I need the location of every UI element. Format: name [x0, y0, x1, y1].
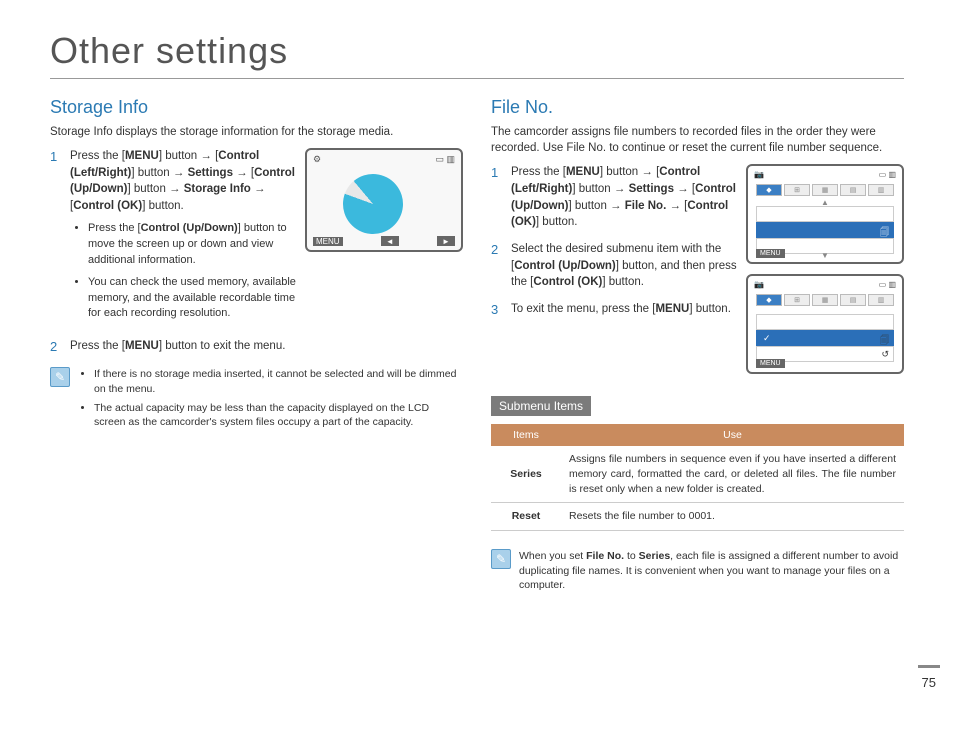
nav-left-icon: ◄ — [381, 236, 399, 246]
step-body: Select the desired submenu item with the… — [511, 241, 738, 291]
note-bullets: If there is no storage media inserted, i… — [78, 367, 463, 434]
menu-row-selected: 🗐 — [756, 222, 894, 238]
tab: ▥ — [868, 294, 894, 306]
down-arrow-icon: ▼ — [821, 251, 829, 260]
step-body: Press the [MENU] button → [Control (Left… — [511, 164, 738, 231]
storage-info-heading: Storage Info — [50, 97, 463, 118]
submenu-items-heading: Submenu Items — [491, 396, 591, 416]
note-icon: ✎ — [491, 549, 511, 569]
note-icon: ✎ — [50, 367, 70, 387]
two-column-layout: Storage Info Storage Info displays the s… — [50, 97, 904, 593]
tab: ▦ — [812, 294, 838, 306]
file-no-screenshot-1: 📷▭ ▥ ◆ ⊞ ▦ ▤ ▥ ▲ 🗐 ▼ MENU — [746, 164, 904, 264]
storage-info-intro: Storage Info displays the storage inform… — [50, 124, 463, 140]
tab: ▤ — [840, 294, 866, 306]
step-3: 3 To exit the menu, press the [MENU] but… — [491, 301, 738, 320]
bullet-item: You can check the used memory, available… — [88, 275, 297, 323]
battery-icon: ▭ ▥ — [879, 170, 896, 180]
page-number: 75 — [922, 675, 936, 690]
step-number: 2 — [50, 338, 62, 357]
step-number: 1 — [50, 148, 62, 328]
tab: ⊞ — [784, 184, 810, 196]
step-body: Press the [MENU] button → [Control (Left… — [70, 148, 297, 328]
tab: ◆ — [756, 294, 782, 306]
cell-use: Assigns file numbers in sequence even if… — [561, 446, 904, 503]
menu-tag: MENU — [313, 237, 343, 246]
nav-right-icon: ► — [437, 236, 455, 246]
file-no-heading: File No. — [491, 97, 904, 118]
step-number: 2 — [491, 241, 503, 291]
tab: ⊞ — [784, 294, 810, 306]
pie-chart-icon — [331, 162, 416, 247]
battery-icon: ▭ ▥ — [879, 280, 896, 290]
note-box: ✎ When you set File No. to Series, each … — [491, 549, 904, 593]
file-no-screenshot-2: 📷 ▭ ▥ ◆ ⊞ ▦ ▤ ▥ ✓🗐 ↺ MENU — [746, 274, 904, 374]
page-title: Other settings — [50, 30, 904, 79]
gear-icon: ⚙ — [313, 154, 321, 166]
th-use: Use — [561, 424, 904, 446]
step-2: 2 Press the [MENU] button to exit the me… — [50, 338, 463, 357]
cell-use: Resets the file number to 0001. — [561, 503, 904, 531]
page-mark — [918, 665, 940, 668]
left-column: Storage Info Storage Info displays the s… — [50, 97, 463, 593]
note-box: ✎ If there is no storage media inserted,… — [50, 367, 463, 434]
note-text: When you set File No. to Series, each fi… — [519, 549, 904, 593]
step-number: 3 — [491, 301, 503, 320]
menu-row-selected: ✓🗐 — [756, 330, 894, 346]
table-row: Series Assigns file numbers in sequence … — [491, 446, 904, 503]
storage-info-screenshot: ⚙ ▭ ▥ MENU ◄ ► — [305, 148, 463, 252]
menu-tag: MENU — [756, 249, 785, 258]
tab: ▥ — [868, 184, 894, 196]
submenu-table: Items Use Series Assigns file numbers in… — [491, 424, 904, 531]
step1-bullets: Press the [Control (Up/Down)] button to … — [70, 221, 297, 323]
battery-icon: ▭ ▥ — [435, 154, 455, 166]
right-column: File No. The camcorder assigns file numb… — [491, 97, 904, 593]
camera-icon: 📷 — [754, 280, 764, 290]
tab: ◆ — [756, 184, 782, 196]
step-body: To exit the menu, press the [MENU] butto… — [511, 301, 738, 320]
note-item: The actual capacity may be less than the… — [94, 401, 463, 430]
step-1: 1 Press the [MENU] button → [Control (Le… — [50, 148, 297, 328]
th-items: Items — [491, 424, 561, 446]
camera-icon: 📷 — [754, 170, 764, 180]
step-1: 1 Press the [MENU] button → [Control (Le… — [491, 164, 738, 231]
reset-icon: ↺ — [881, 349, 889, 360]
cell-item: Series — [491, 446, 561, 503]
tab: ▤ — [840, 184, 866, 196]
step-2: 2 Select the desired submenu item with t… — [491, 241, 738, 291]
bullet-item: Press the [Control (Up/Down)] button to … — [88, 221, 297, 269]
step-body: Press the [MENU] button to exit the menu… — [70, 338, 463, 357]
note-item: If there is no storage media inserted, i… — [94, 367, 463, 396]
menu-tag: MENU — [756, 359, 785, 368]
step-number: 1 — [491, 164, 503, 231]
file-no-intro: The camcorder assigns file numbers to re… — [491, 124, 904, 156]
cell-item: Reset — [491, 503, 561, 531]
menu-row — [756, 206, 894, 222]
menu-row — [756, 314, 894, 330]
check-icon: ✓ — [763, 333, 771, 344]
table-row: Reset Resets the file number to 0001. — [491, 503, 904, 531]
tab: ▦ — [812, 184, 838, 196]
